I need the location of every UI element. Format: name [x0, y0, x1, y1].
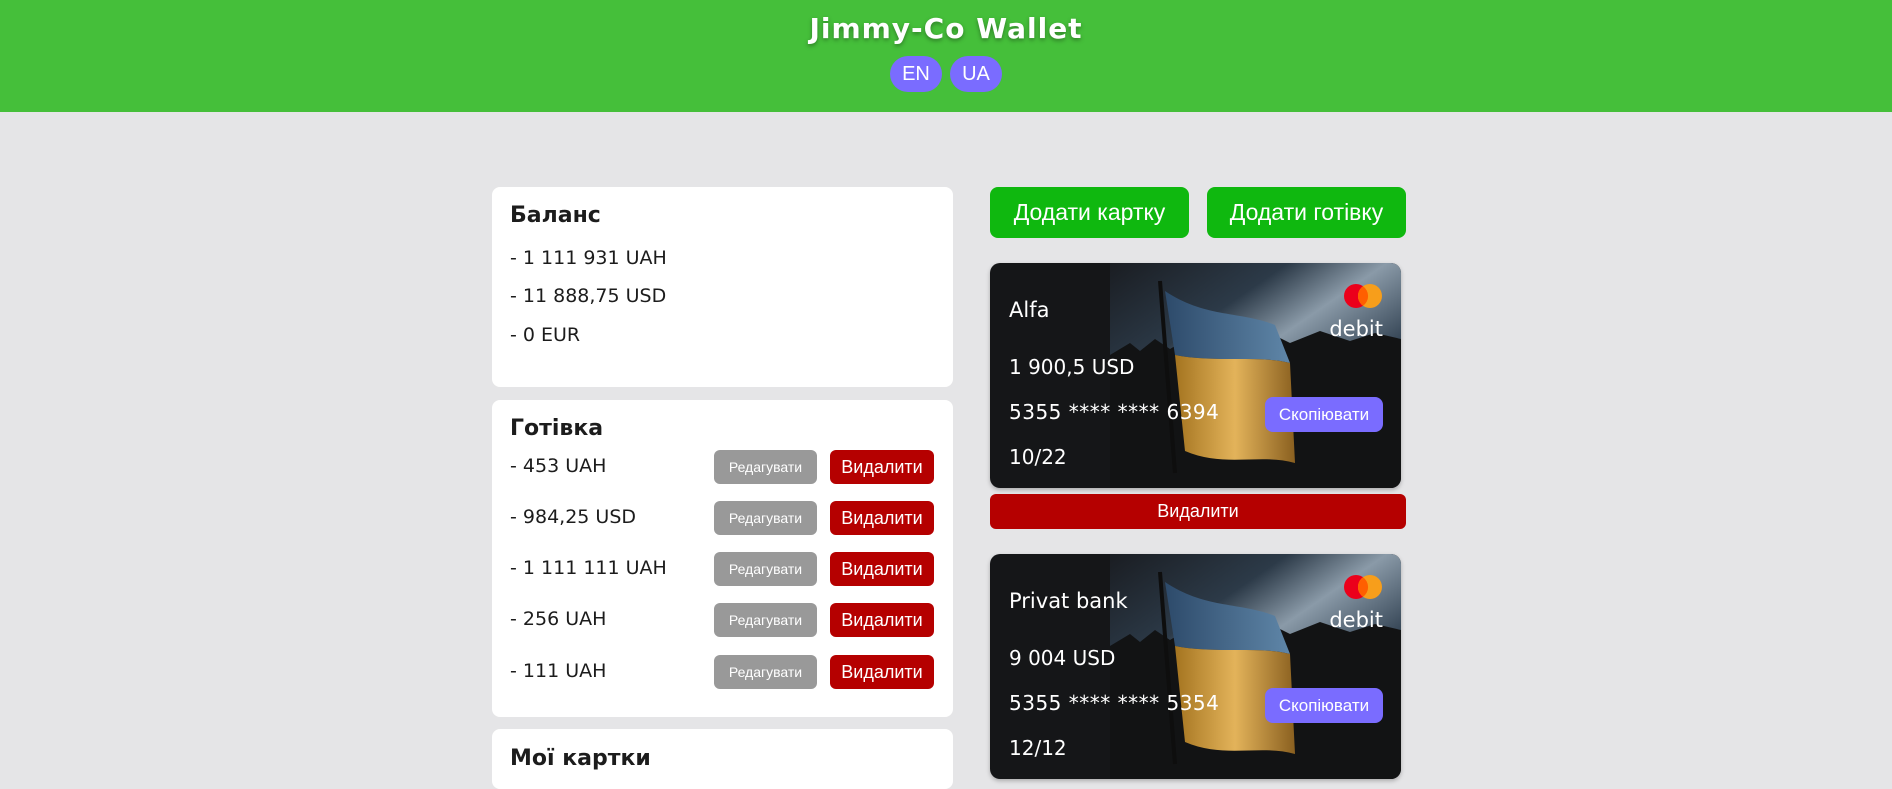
add-card-button[interactable]: Додати картку: [990, 187, 1189, 238]
cash-item-amount: - 111 UAH: [510, 660, 607, 682]
copy-card-number-button[interactable]: Скопіювати: [1265, 688, 1383, 723]
cash-item-amount: - 453 UAH: [510, 455, 607, 477]
edit-cash-button[interactable]: Редагувати: [714, 501, 817, 535]
delete-cash-button[interactable]: Видалити: [830, 450, 934, 484]
bank-card: debit Alfa 1 900,5 USD 5355 **** **** 63…: [990, 263, 1401, 488]
card-balance: 1 900,5 USD: [1009, 355, 1135, 379]
balance-panel: Баланс - 1 111 931 UAH - 11 888,75 USD -…: [492, 187, 953, 387]
cash-item-amount: - 1 111 111 UAH: [510, 557, 667, 579]
card-bank-name: Privat bank: [1009, 589, 1128, 613]
cash-item-amount: - 256 UAH: [510, 608, 607, 630]
my-cards-title: Мої картки: [510, 746, 651, 771]
edit-cash-button[interactable]: Редагувати: [714, 552, 817, 586]
header-bar: Jimmy-Co Wallet EN UA: [0, 0, 1892, 112]
app-title: Jimmy-Co Wallet: [809, 12, 1083, 45]
mastercard-icon: [1344, 575, 1382, 599]
cash-item: - 111 UAH Редагувати Видалити: [492, 653, 952, 691]
card-type-label: debit: [1329, 608, 1383, 632]
language-switch: EN UA: [0, 56, 1892, 92]
mastercard-icon: [1344, 284, 1382, 308]
balance-title: Баланс: [510, 203, 601, 228]
language-en-button[interactable]: EN: [890, 56, 942, 92]
cash-panel: Готівка - 453 UAH Редагувати Видалити - …: [492, 400, 953, 717]
cash-item: - 453 UAH Редагувати Видалити: [492, 448, 952, 486]
cash-item: - 256 UAH Редагувати Видалити: [492, 601, 952, 639]
delete-cash-button[interactable]: Видалити: [830, 603, 934, 637]
language-ua-button[interactable]: UA: [950, 56, 1002, 92]
card-bank-name: Alfa: [1009, 298, 1050, 322]
copy-card-number-button[interactable]: Скопіювати: [1265, 397, 1383, 432]
card-number: 5355 **** **** 5354: [1009, 691, 1220, 715]
cash-item: - 984,25 USD Редагувати Видалити: [492, 499, 952, 537]
cash-title: Готівка: [510, 416, 604, 441]
card-expiry: 12/12: [1009, 736, 1067, 760]
delete-card-button[interactable]: Видалити: [990, 494, 1406, 529]
card-number: 5355 **** **** 6394: [1009, 400, 1220, 424]
edit-cash-button[interactable]: Редагувати: [714, 450, 817, 484]
edit-cash-button[interactable]: Редагувати: [714, 603, 817, 637]
delete-cash-button[interactable]: Видалити: [830, 655, 934, 689]
cash-item-amount: - 984,25 USD: [510, 506, 637, 528]
card-type-label: debit: [1329, 317, 1383, 341]
balance-line-eur: - 0 EUR: [510, 324, 581, 346]
edit-cash-button[interactable]: Редагувати: [714, 655, 817, 689]
delete-cash-button[interactable]: Видалити: [830, 501, 934, 535]
balance-line-uah: - 1 111 931 UAH: [510, 247, 667, 269]
balance-line-usd: - 11 888,75 USD: [510, 285, 667, 307]
bank-card: debit Privat bank 9 004 USD 5355 **** **…: [990, 554, 1401, 779]
add-cash-button[interactable]: Додати готівку: [1207, 187, 1406, 238]
card-expiry: 10/22: [1009, 445, 1067, 469]
card-balance: 9 004 USD: [1009, 646, 1116, 670]
my-cards-panel: Мої картки: [492, 729, 953, 789]
cash-item: - 1 111 111 UAH Редагувати Видалити: [492, 550, 952, 588]
delete-cash-button[interactable]: Видалити: [830, 552, 934, 586]
